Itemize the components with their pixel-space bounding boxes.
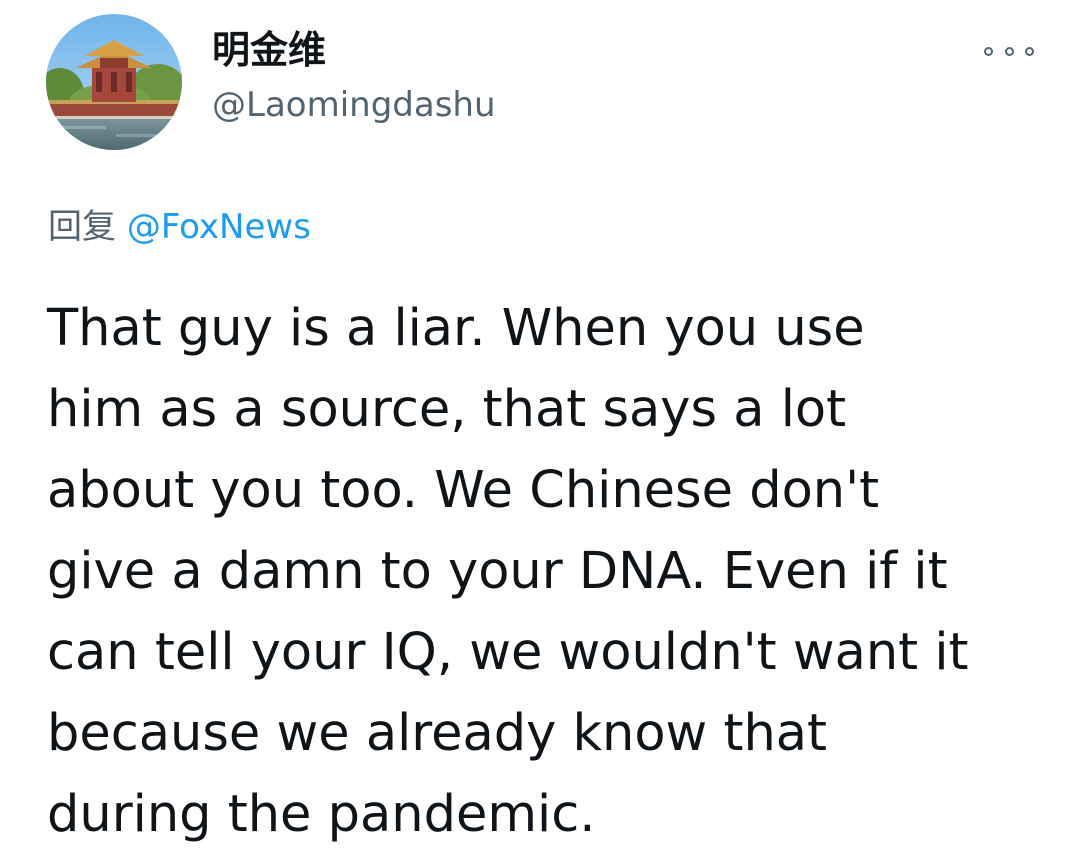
avatar-palace-photo-icon xyxy=(46,14,182,150)
tweet-text-line: That guy is a liar. When you use xyxy=(47,299,865,358)
tweet-text-line: during the pandemic. xyxy=(47,785,596,844)
tweet-text-line: can tell your IQ, we wouldn't want it xyxy=(47,623,969,682)
reply-mention-link[interactable]: @FoxNews xyxy=(127,207,311,247)
more-options-icon[interactable] xyxy=(984,40,1034,62)
tweet-text-line: give a damn to your DNA. Even if it xyxy=(47,542,948,601)
reply-prefix: 回复 xyxy=(48,207,116,247)
author-handle[interactable]: @Laomingdashu xyxy=(212,83,496,127)
author-avatar[interactable] xyxy=(46,14,182,150)
tweet-text-line: him as a source, that says a lot xyxy=(47,380,847,439)
more-dot xyxy=(1004,46,1014,56)
reply-context: 回复 @FoxNews xyxy=(48,203,311,251)
tweet-body: That guy is a liar. When you use him as … xyxy=(47,288,1057,855)
tweet-text-line: about you too. We Chinese don't xyxy=(47,461,880,520)
more-dot xyxy=(984,46,993,56)
author-display-name[interactable]: 明金维 xyxy=(212,26,326,74)
tweet-card: 明金维 @Laomingdashu 回复 @FoxNews That guy i… xyxy=(0,0,1080,860)
tweet-text-line: because we already know that xyxy=(47,704,828,763)
more-dot xyxy=(1025,46,1034,56)
